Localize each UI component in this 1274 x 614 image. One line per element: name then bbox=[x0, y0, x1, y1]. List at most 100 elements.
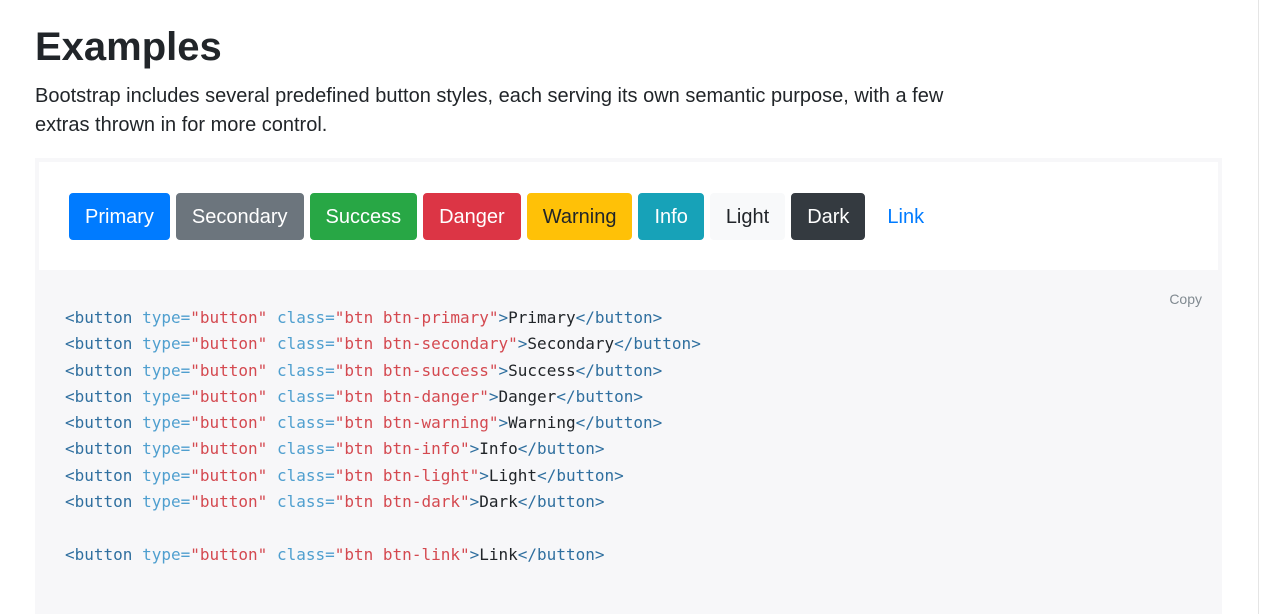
code-tag-close: </button> bbox=[614, 334, 701, 354]
code-button-text: Dark bbox=[479, 492, 518, 512]
code-attr-class: class= bbox=[276, 334, 335, 354]
code-button-text: Info bbox=[479, 439, 518, 459]
code-attr-type: type= bbox=[142, 308, 191, 327]
code-attr-class: class= bbox=[276, 544, 335, 564]
code-line: <button type="button" class="btn btn-sec… bbox=[65, 331, 701, 357]
code-value-type: "button" bbox=[190, 308, 268, 327]
code-line: <button type="button" class="btn btn-dan… bbox=[65, 384, 701, 410]
warning-button[interactable]: Warning bbox=[526, 193, 633, 240]
code-tag-bracket: > bbox=[488, 386, 499, 406]
code-tag-close: </button> bbox=[517, 492, 605, 512]
code-attr-type: type= bbox=[142, 360, 191, 380]
code-tag-open: <button bbox=[65, 308, 133, 327]
code-button-text: Warning bbox=[508, 413, 576, 433]
code-value-type: "button" bbox=[190, 360, 268, 380]
code-attr-type: type= bbox=[142, 386, 191, 406]
dark-button[interactable]: Dark bbox=[791, 193, 866, 240]
code-line: <button type="button" class="btn btn-dar… bbox=[65, 489, 701, 515]
button-example-panel: Primary Secondary Success Danger Warning… bbox=[35, 158, 1222, 270]
code-value-type: "button" bbox=[190, 334, 268, 354]
info-button[interactable]: Info bbox=[638, 193, 704, 240]
code-tag-open: <button bbox=[65, 544, 133, 564]
code-tag-bracket: > bbox=[469, 492, 480, 512]
code-value-class: "btn btn-info" bbox=[334, 439, 470, 459]
code-value-type: "button" bbox=[190, 386, 268, 406]
code-tag-bracket: > bbox=[517, 334, 528, 354]
code-value-type: "button" bbox=[190, 544, 268, 564]
code-attr-type: type= bbox=[142, 413, 191, 433]
code-value-class: "btn btn-warning" bbox=[334, 413, 499, 433]
code-line: <button type="button" class="btn btn-pri… bbox=[65, 305, 701, 331]
code-value-type: "button" bbox=[190, 413, 268, 433]
code-button-text: Light bbox=[488, 465, 538, 485]
code-tag-open: <button bbox=[65, 465, 133, 485]
code-tag-close: </button> bbox=[575, 413, 663, 433]
code-line: <button type="button" class="btn btn-war… bbox=[65, 410, 701, 436]
code-tag-open: <button bbox=[65, 334, 133, 354]
code-tag-bracket: > bbox=[498, 413, 509, 433]
code-block: Copy <button type="button" class="btn bt… bbox=[35, 270, 1222, 614]
code-tag-close: </button> bbox=[575, 360, 663, 380]
code-button-text: Success bbox=[508, 360, 576, 380]
page-title: Examples bbox=[35, 25, 222, 69]
page-lead: Bootstrap includes several predefined bu… bbox=[35, 85, 944, 136]
code-value-class: "btn btn-light" bbox=[334, 465, 480, 485]
button-row: Primary Secondary Success Danger Warning… bbox=[69, 193, 940, 240]
code-tag-close: </button> bbox=[537, 465, 624, 485]
code-tag-close: </button> bbox=[556, 386, 644, 406]
code-attr-class: class= bbox=[276, 360, 335, 380]
docs-page: Examples Bootstrap includes several pred… bbox=[0, 0, 1274, 614]
code-value-class: "btn btn-success" bbox=[334, 360, 499, 380]
code-value-class: "btn btn-secondary" bbox=[334, 334, 518, 354]
code-value-type: "button" bbox=[190, 465, 268, 485]
code-tag-bracket: > bbox=[479, 465, 489, 485]
code-tag-open: <button bbox=[65, 492, 133, 512]
code-button-text: Secondary bbox=[527, 334, 615, 354]
code-attr-type: type= bbox=[142, 492, 191, 512]
code-button-text: Danger bbox=[498, 386, 557, 406]
code-listing: <button type="button" class="btn btn-pri… bbox=[65, 305, 701, 568]
code-tag-bracket: > bbox=[498, 308, 509, 327]
code-button-text: Primary bbox=[508, 308, 576, 327]
code-tag-bracket: > bbox=[498, 360, 509, 380]
code-attr-class: class= bbox=[276, 439, 335, 459]
code-attr-class: class= bbox=[276, 386, 335, 406]
code-tag-close: </button> bbox=[517, 439, 605, 459]
code-attr-type: type= bbox=[142, 334, 191, 354]
code-value-class: "btn btn-danger" bbox=[334, 386, 489, 406]
code-tag-bracket: > bbox=[469, 544, 480, 564]
code-attr-class: class= bbox=[276, 465, 335, 485]
danger-button[interactable]: Danger bbox=[423, 193, 521, 240]
code-tag-open: <button bbox=[65, 386, 133, 406]
code-attr-class: class= bbox=[276, 308, 335, 327]
code-tag-open: <button bbox=[65, 360, 133, 380]
code-tag-close: </button> bbox=[517, 544, 605, 564]
code-tag-open: <button bbox=[65, 439, 133, 459]
code-tag-open: <button bbox=[65, 413, 133, 433]
code-line: <button type="button" class="btn btn-lig… bbox=[65, 463, 701, 489]
code-attr-type: type= bbox=[142, 465, 191, 485]
code-button-text: Link bbox=[479, 544, 518, 564]
code-attr-type: type= bbox=[142, 439, 191, 459]
code-value-type: "button" bbox=[190, 492, 268, 512]
code-tag-close: </button> bbox=[575, 308, 663, 327]
success-button[interactable]: Success bbox=[309, 193, 418, 240]
code-value-type: "button" bbox=[190, 439, 268, 459]
copy-button[interactable]: Copy bbox=[1169, 291, 1202, 307]
light-button[interactable]: Light bbox=[709, 193, 786, 240]
code-value-class: "btn btn-primary" bbox=[334, 308, 499, 327]
code-tag-bracket: > bbox=[469, 439, 480, 459]
scrollbar-divider bbox=[1258, 0, 1259, 614]
code-attr-type: type= bbox=[142, 544, 191, 564]
code-value-class: "btn btn-link" bbox=[334, 544, 470, 564]
primary-button[interactable]: Primary bbox=[69, 193, 170, 240]
code-attr-class: class= bbox=[276, 492, 335, 512]
code-line: <button type="button" class="btn btn-inf… bbox=[65, 436, 701, 462]
code-line: <button type="button" class="btn btn-suc… bbox=[65, 358, 701, 384]
link-button[interactable]: Link bbox=[871, 193, 940, 240]
code-attr-class: class= bbox=[276, 413, 335, 433]
code-line: <button type="button" class="btn btn-lin… bbox=[65, 542, 701, 568]
secondary-button[interactable]: Secondary bbox=[175, 193, 304, 240]
code-value-class: "btn btn-dark" bbox=[334, 492, 470, 512]
